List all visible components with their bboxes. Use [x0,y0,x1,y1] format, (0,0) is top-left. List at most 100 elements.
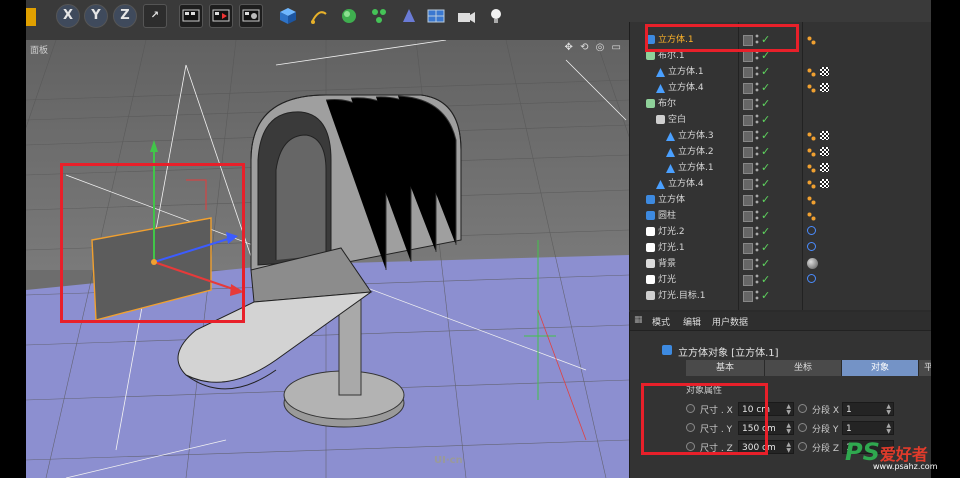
visibility-dots-icon[interactable] [755,114,759,125]
layer-swatch-icon[interactable] [743,211,753,222]
layer-swatch-icon[interactable] [743,243,753,254]
seg-y-anim-radio[interactable] [798,423,807,432]
object-row[interactable]: 圆柱 ✓ [630,208,931,224]
seg-x-input[interactable]: 1 ▲ ▼ [842,402,894,416]
object-name[interactable]: 立方体.1 [668,64,704,80]
enabled-check-icon[interactable]: ✓ [761,176,770,192]
tab-coord[interactable]: 坐标 [765,360,842,376]
object-row[interactable]: 立方体.1 ✓ [630,160,931,176]
tab-object[interactable]: 对象 [842,360,919,376]
seg-z-anim-radio[interactable] [798,442,807,451]
enabled-check-icon[interactable]: ✓ [761,112,770,128]
subdivision-surface-icon[interactable] [339,6,357,24]
size-y-spinner-icon[interactable]: ▲ ▼ [786,423,791,435]
object-row[interactable]: 立方体.2 ✓ [630,144,931,160]
enabled-check-icon[interactable]: ✓ [761,224,770,240]
visibility-dots-icon[interactable] [755,274,759,285]
enabled-check-icon[interactable]: ✓ [761,192,770,208]
viewport-nav-icons[interactable]: ✥ ⟲ ◎ ▭ [565,42,623,53]
light-bulb-icon[interactable] [486,6,504,24]
camera-icon[interactable] [456,6,475,24]
object-name[interactable]: 立方体.2 [678,144,714,160]
enabled-check-icon[interactable]: ✓ [761,240,770,256]
visibility-dots-icon[interactable] [755,194,759,205]
object-row[interactable]: 灯光 ✓ [630,272,931,288]
attr-menu-userdata[interactable]: 用户数据 [712,315,748,328]
material-tag-icon[interactable] [820,163,829,172]
enabled-check-icon[interactable]: ✓ [761,144,770,160]
material-tag-icon[interactable] [820,179,829,188]
visibility-dots-icon[interactable] [755,258,759,269]
object-name[interactable]: 空白 [668,112,686,128]
object-name[interactable]: 立方体.1 [678,160,714,176]
layer-swatch-icon[interactable] [743,83,753,94]
visibility-dots-icon[interactable] [755,226,759,237]
layer-swatch-icon[interactable] [743,195,753,206]
object-name[interactable]: 灯光.1 [658,240,685,256]
object-name[interactable]: 灯光 [658,272,676,288]
seg-x-anim-radio[interactable] [798,404,807,413]
object-name[interactable]: 立方体.3 [678,128,714,144]
layer-swatch-icon[interactable] [743,51,753,62]
visibility-dots-icon[interactable] [755,210,759,221]
enabled-check-icon[interactable]: ✓ [761,208,770,224]
object-row[interactable]: 立方体.4 ✓ [630,80,931,96]
cloner-icon[interactable] [369,6,387,24]
visibility-dots-icon[interactable] [755,242,759,253]
layer-swatch-icon[interactable] [743,99,753,110]
object-name[interactable]: 圆柱 [658,208,676,224]
visibility-dots-icon[interactable] [755,82,759,93]
object-row[interactable]: 立方体.4 ✓ [630,176,931,192]
object-row[interactable]: 布尔 ✓ [630,96,931,112]
object-name[interactable]: 背景 [658,256,676,272]
phong-tag-icon[interactable] [807,83,816,93]
object-row[interactable]: 背景 ✓ [630,256,931,272]
target-tag-icon[interactable] [807,242,816,251]
enabled-check-icon[interactable]: ✓ [761,256,770,272]
layer-swatch-icon[interactable] [743,163,753,174]
move-tool-icon[interactable] [26,8,36,26]
attr-menu-edit[interactable]: 编辑 [683,315,701,328]
object-row[interactable]: 灯光.1 ✓ [630,240,931,256]
visibility-dots-icon[interactable] [755,98,759,109]
seg-y-spinner-icon[interactable]: ▲ ▼ [886,423,891,435]
phong-tag-icon[interactable] [807,195,816,205]
material-tag-icon[interactable] [820,147,829,156]
layer-swatch-icon[interactable] [743,115,753,126]
tab-smooth[interactable]: 平滑着色 [919,360,931,376]
layer-swatch-icon[interactable] [743,275,753,286]
material-tag-icon[interactable] [820,67,829,76]
object-row[interactable]: 灯光.目标.1 ✓ [630,288,931,304]
size-z-spinner-icon[interactable]: ▲ ▼ [786,442,791,454]
phong-tag-icon[interactable] [807,67,816,77]
target-tag-icon[interactable] [807,226,816,235]
object-name[interactable]: 立方体 [658,192,685,208]
floor-icon[interactable] [426,6,445,24]
axis-z-button[interactable]: Z [113,4,137,28]
coord-system-icon[interactable]: ↗ [143,4,167,28]
tab-basic[interactable]: 基本 [686,360,765,376]
enabled-check-icon[interactable]: ✓ [761,272,770,288]
object-name[interactable]: 立方体.4 [668,176,704,192]
enabled-check-icon[interactable]: ✓ [761,64,770,80]
layer-swatch-icon[interactable] [743,179,753,190]
seg-x-spinner-icon[interactable]: ▲ ▼ [886,404,891,416]
render-picture-icon[interactable] [209,4,233,28]
visibility-dots-icon[interactable] [755,66,759,77]
cube-primitive-icon[interactable] [278,6,296,24]
layer-swatch-icon[interactable] [743,147,753,158]
enabled-check-icon[interactable]: ✓ [761,160,770,176]
phong-tag-icon[interactable] [807,35,816,45]
spline-pen-icon[interactable] [309,6,327,24]
object-row[interactable]: 立方体.1 ✓ [630,64,931,80]
material-tag-icon[interactable] [820,83,829,92]
phong-tag-icon[interactable] [807,211,816,221]
visibility-dots-icon[interactable] [755,290,759,301]
phong-tag-icon[interactable] [807,179,816,189]
viewport-panel-menu[interactable]: 面板 [30,43,48,56]
bg-material-icon[interactable] [807,258,818,269]
render-view-icon[interactable] [179,4,203,28]
attr-menu-mode[interactable]: 模式 [652,315,670,328]
object-row[interactable]: 立方体.3 ✓ [630,128,931,144]
object-name[interactable]: 立方体.4 [668,80,704,96]
